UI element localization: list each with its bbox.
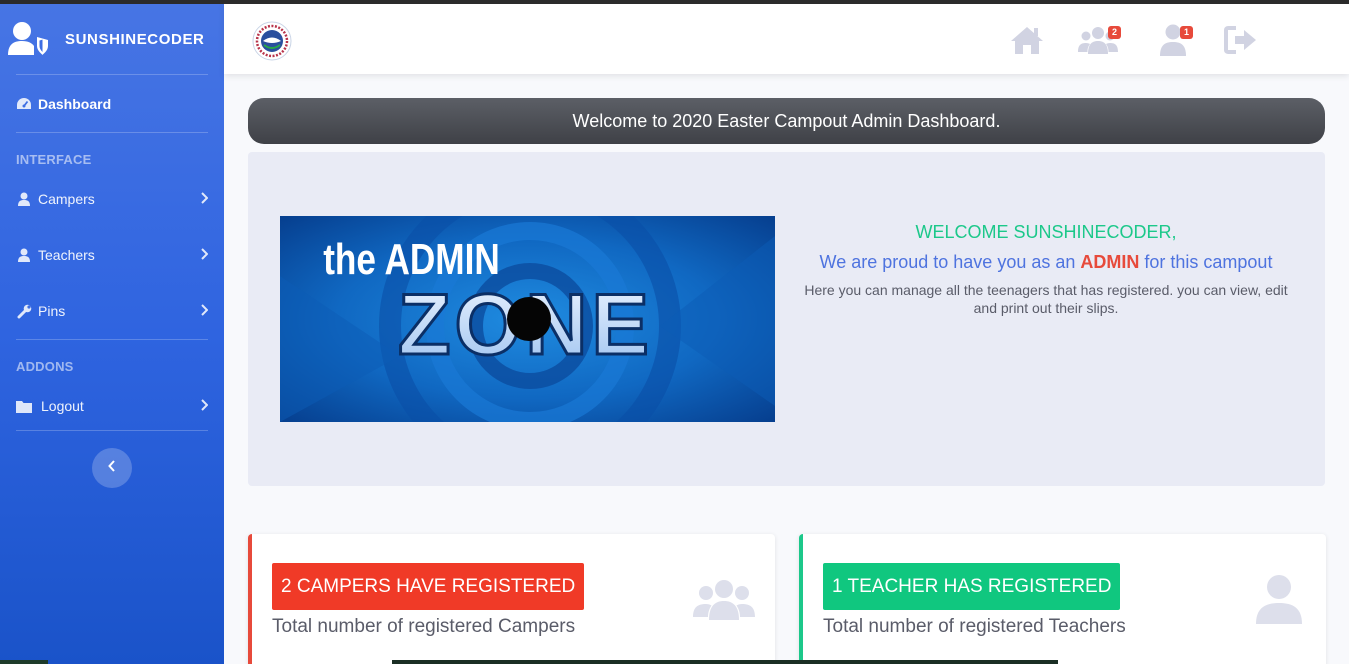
welcome-panel: the ADMIN ZONE WELCOME SUNSHINECODER, We… <box>248 152 1325 486</box>
topbar: 2 1 <box>224 4 1349 74</box>
sidebar-item-label: Pins <box>38 303 66 319</box>
sidebar-brand[interactable]: SUNSHINECODER <box>0 4 224 74</box>
teachers-stat-card: 1 TEACHER HAS REGISTERED Total number of… <box>799 534 1326 664</box>
welcome-banner: Welcome to 2020 Easter Campout Admin Das… <box>248 98 1325 144</box>
window-top-strip <box>0 0 1349 4</box>
sidebar-divider <box>16 132 208 133</box>
sidebar: SUNSHINECODER Dashboard INTERFACE Camper… <box>0 4 224 664</box>
users-icon <box>693 578 755 627</box>
sidebar-item-label: Logout <box>41 398 84 414</box>
user-icon <box>16 247 32 263</box>
sidebar-divider <box>16 430 208 431</box>
sidebar-item-teachers[interactable]: Teachers <box>0 227 224 283</box>
user-icon <box>16 191 32 207</box>
sidebar-heading-addons: ADDONS <box>16 358 74 374</box>
role-line-prefix: We are proud to have you as an <box>819 252 1081 272</box>
chevron-right-icon <box>200 247 209 263</box>
sidebar-item-dashboard[interactable]: Dashboard <box>0 75 224 132</box>
sign-out-icon[interactable] <box>1222 22 1260 58</box>
tachometer-icon <box>16 96 32 112</box>
user-shield-icon <box>8 21 52 57</box>
bottom-strip <box>0 660 48 664</box>
user-icon <box>1254 574 1304 629</box>
admin-zone-banner: the ADMIN ZONE <box>280 216 775 422</box>
role-line-suffix: for this campout <box>1139 252 1273 272</box>
sidebar-item-label: Teachers <box>38 247 95 263</box>
teachers-card-subtitle: Total number of registered Teachers <box>823 616 1126 637</box>
campers-stat-card: 2 CAMPERS HAVE REGISTERED Total number o… <box>248 534 775 664</box>
teachers-count-label: 1 TEACHER HAS REGISTERED <box>823 563 1121 610</box>
welcome-role-line: We are proud to have you as an ADMIN for… <box>796 250 1296 274</box>
chevron-right-icon <box>200 191 209 207</box>
welcome-message: WELCOME SUNSHINECODER, We are proud to h… <box>796 222 1296 317</box>
sidebar-divider <box>16 339 208 340</box>
brand-name: SUNSHINECODER <box>65 30 205 48</box>
sidebar-toggle-button[interactable] <box>92 448 132 488</box>
welcome-description: Here you can manage all the teenagers th… <box>804 282 1288 316</box>
users-icon[interactable]: 2 <box>1076 22 1121 58</box>
sidebar-item-campers[interactable]: Campers <box>0 171 224 227</box>
sidebar-item-label: Dashboard <box>38 95 112 112</box>
user-count-badge: 1 <box>1180 26 1193 39</box>
chevron-right-icon <box>200 398 209 414</box>
sidebar-item-label: Campers <box>38 191 95 207</box>
sidebar-item-logout[interactable]: Logout <box>0 378 224 434</box>
users-count-badge: 2 <box>1108 26 1121 39</box>
home-icon[interactable] <box>1008 22 1046 58</box>
sidebar-item-pins[interactable]: Pins <box>0 283 224 339</box>
user-icon[interactable]: 1 <box>1154 22 1193 58</box>
folder-icon <box>16 398 32 414</box>
welcome-greeting: WELCOME SUNSHINECODER, <box>915 222 1177 242</box>
chevron-left-icon <box>108 459 116 477</box>
church-logo[interactable] <box>252 21 292 61</box>
role-highlight: ADMIN <box>1080 252 1140 272</box>
campers-card-subtitle: Total number of registered Campers <box>272 616 576 637</box>
wrench-icon <box>16 303 32 319</box>
chevron-right-icon <box>200 303 209 319</box>
campers-count-label: 2 CAMPERS HAVE REGISTERED <box>272 563 585 610</box>
bottom-strip <box>392 660 1058 664</box>
sidebar-heading-interface: INTERFACE <box>16 151 92 167</box>
